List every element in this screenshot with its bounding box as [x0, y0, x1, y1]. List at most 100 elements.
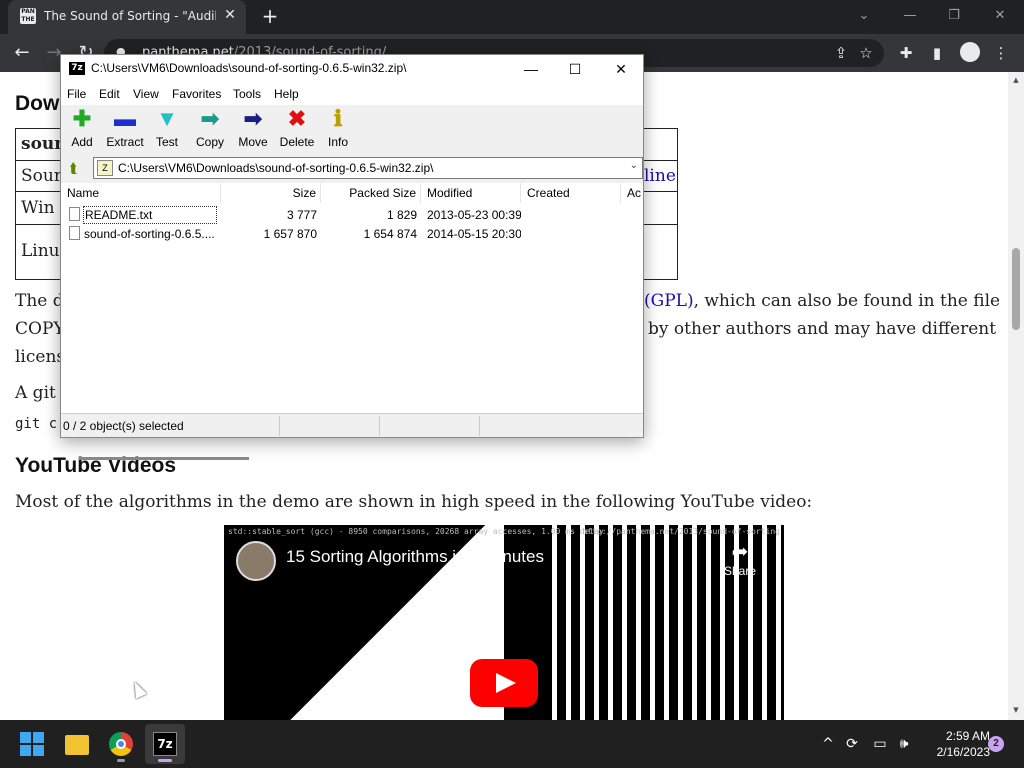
browser-restore-button[interactable]: ❐	[942, 6, 966, 26]
scroll-down-icon[interactable]: ▼	[1012, 706, 1020, 714]
menu-edit[interactable]: Edit	[99, 87, 120, 101]
path-text: C:\Users\VM6\Downloads\sound-of-sorting-…	[118, 161, 434, 175]
path-combobox[interactable]: Z C:\Users\VM6\Downloads\sound-of-sortin…	[93, 157, 643, 179]
menu-file[interactable]: File	[67, 87, 86, 101]
file-name: sound-of-sorting-0.6.5....	[84, 227, 215, 241]
column-header-packed-size[interactable]: Packed Size	[321, 183, 421, 203]
active-indicator	[158, 759, 172, 762]
column-header-name[interactable]: Name	[61, 183, 221, 203]
info-button[interactable]: ℹ Info	[325, 107, 351, 151]
column-header-accessed[interactable]: Ac	[621, 183, 643, 203]
file-packed-size: 1 654 874	[363, 227, 417, 241]
copy-button[interactable]: ➡ Copy	[193, 107, 227, 151]
profile-avatar-icon[interactable]	[960, 42, 980, 62]
browser-tab[interactable]: PAN THE The Sound of Sorting - "Audibili…	[8, 0, 246, 34]
chrome-button[interactable]	[101, 724, 141, 764]
bookmark-star-icon[interactable]: ☆	[855, 42, 877, 64]
browser-close-button[interactable]: ✕	[988, 6, 1012, 26]
share-button[interactable]: ➦ Share	[720, 539, 760, 578]
menu-view[interactable]: View	[133, 87, 159, 101]
browser-menu-icon[interactable]: ⋮	[990, 42, 1012, 64]
side-panel-icon[interactable]: ▮	[926, 42, 948, 64]
sevenzip-minimize-button[interactable]: —	[517, 59, 545, 79]
play-button[interactable]	[470, 659, 538, 707]
sevenzip-titlebar[interactable]: 7z C:\Users\VM6\Downloads\sound-of-sorti…	[61, 55, 643, 83]
running-indicator	[117, 759, 125, 762]
license-text-left: The d	[15, 291, 64, 311]
sevenzip-statusbar: 0 / 2 object(s) selected	[61, 413, 643, 437]
volume-icon[interactable]: 🕪	[894, 734, 914, 754]
windows-logo-icon	[20, 732, 44, 756]
sevenzip-maximize-button[interactable]: ☐	[561, 59, 589, 79]
display-icon[interactable]: ▭	[870, 734, 890, 754]
page-scrollbar[interactable]: ▲ ▼	[1008, 72, 1024, 720]
extract-button[interactable]: ▬ Extract	[105, 107, 145, 151]
add-label: Add	[71, 135, 93, 149]
channel-avatar[interactable]	[236, 541, 276, 581]
tray-chevron-icon[interactable]: ^	[818, 734, 838, 754]
sevenzip-close-button[interactable]: ✕	[607, 59, 635, 79]
column-header-modified[interactable]: Modified	[421, 183, 521, 203]
sevenzip-title: C:\Users\VM6\Downloads\sound-of-sorting-…	[91, 61, 407, 75]
site-favicon-icon: PAN THE	[20, 8, 36, 24]
copy-label: Copy	[195, 135, 224, 149]
delete-icon: ✖	[287, 106, 307, 131]
move-label: Move	[238, 135, 268, 149]
table-cell: Linu	[21, 241, 60, 261]
share-icon[interactable]: ⇪	[830, 42, 852, 64]
new-tab-button[interactable]: +	[258, 4, 282, 28]
sevenzip-taskbar-button[interactable]: 7z	[145, 724, 185, 764]
notification-badge[interactable]: 2	[988, 736, 1004, 752]
table-row[interactable]: README.txt 3 777 1 829 2013-05-23 00:39	[61, 205, 643, 224]
horizontal-scroll-thumb[interactable]	[79, 457, 249, 460]
share-label: Share	[723, 564, 757, 578]
sevenzip-window: 7z C:\Users\VM6\Downloads\sound-of-sorti…	[60, 54, 644, 460]
file-list[interactable]: Name Size Packed Size Modified Created A…	[61, 183, 643, 460]
menu-help[interactable]: Help	[274, 87, 299, 101]
youtube-embed[interactable]: std::stable_sort (gcc) - 8950 comparison…	[224, 525, 784, 720]
column-header-size[interactable]: Size	[221, 183, 321, 203]
selection-status: 0 / 2 object(s) selected	[63, 419, 184, 433]
browser-minimize-button[interactable]: —	[898, 6, 922, 26]
folder-up-icon[interactable]: ⮬	[65, 159, 83, 177]
status-divider	[379, 416, 380, 436]
copy-text-right: by other authors and may have different	[648, 319, 997, 339]
column-header-created[interactable]: Created	[521, 183, 621, 203]
file-name: README.txt	[83, 206, 217, 224]
share-arrow-icon: ➦	[731, 541, 749, 563]
file-packed-size: 1 829	[386, 208, 417, 222]
test-icon: ▼	[156, 106, 178, 131]
add-icon: ✚	[72, 106, 92, 131]
tab-close-icon[interactable]: ✕	[222, 7, 238, 23]
video-title[interactable]: 15 Sorting Algorithms in 6 Minutes	[286, 547, 544, 567]
clock-date: 2/16/2023	[936, 745, 990, 759]
table-cell: Sour	[21, 166, 62, 186]
file-modified: 2013-05-23 00:39	[427, 208, 521, 222]
table-row[interactable]: sound-of-sorting-0.6.5.... 1 657 870 1 6…	[61, 224, 643, 243]
move-button[interactable]: ➡ Move	[236, 107, 270, 151]
file-explorer-button[interactable]	[57, 724, 97, 764]
scroll-up-icon[interactable]: ▲	[1012, 76, 1020, 84]
extract-label: Extract	[106, 135, 144, 149]
tab-search-chevron-icon[interactable]: ⌄	[852, 6, 876, 26]
path-dropdown-icon[interactable]: ⌄	[630, 160, 638, 171]
file-size: 1 657 870	[263, 227, 317, 241]
test-button[interactable]: ▼ Test	[153, 107, 181, 151]
back-icon[interactable]: ←	[10, 41, 34, 65]
add-button[interactable]: ✚ Add	[67, 107, 97, 151]
menu-favorites[interactable]: Favorites	[172, 87, 221, 101]
gpl-link[interactable]: (GPL)	[644, 291, 694, 311]
status-divider	[279, 416, 280, 436]
move-icon: ➡	[243, 106, 263, 131]
extensions-icon[interactable]: ✚	[895, 42, 917, 64]
scroll-thumb[interactable]	[1012, 248, 1020, 330]
menu-tools[interactable]: Tools	[233, 87, 261, 101]
clock-time: 2:59 AM	[945, 729, 990, 743]
table-link[interactable]: line	[644, 166, 676, 186]
start-button[interactable]	[12, 724, 52, 764]
sync-icon[interactable]: ⟳	[842, 734, 862, 754]
windows-taskbar: 7z ^ ⟳ ▭ 🕪 2:59 AM 2/16/2023 2	[0, 720, 1024, 768]
clock[interactable]: 2:59 AM 2/16/2023	[920, 728, 990, 760]
delete-button[interactable]: ✖ Delete	[277, 107, 317, 151]
git-command: git c	[15, 416, 58, 432]
